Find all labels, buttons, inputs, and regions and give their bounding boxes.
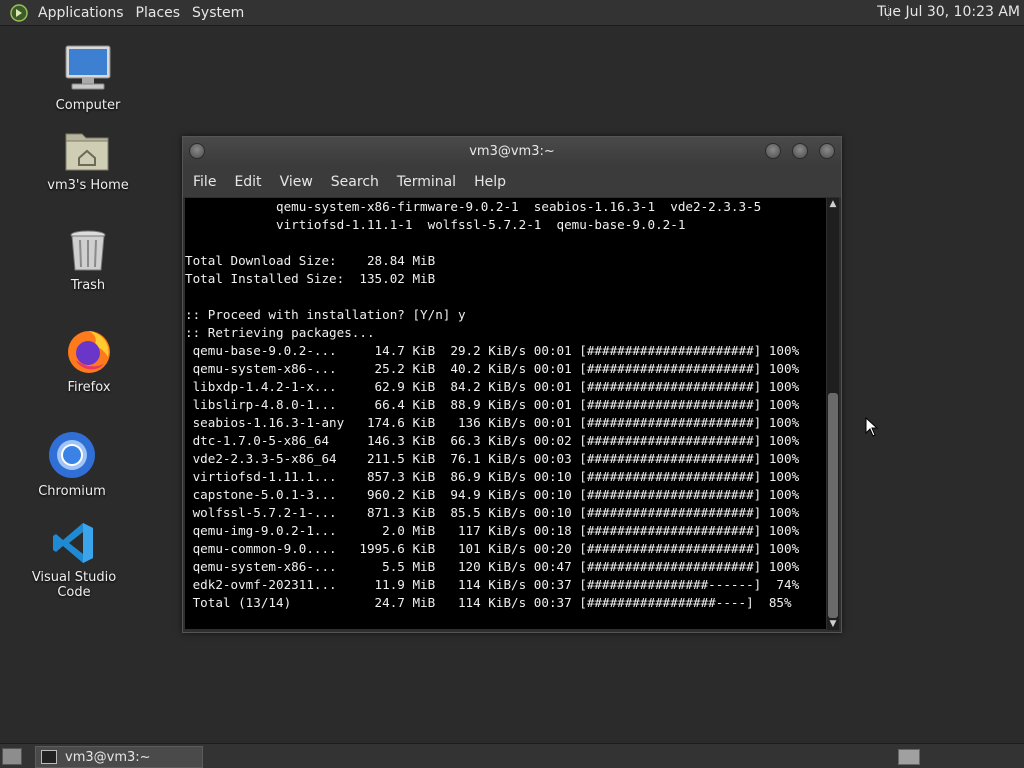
terminal-line: libxdp-1.4.2-1-x... 62.9 KiB 84.2 KiB/s …: [185, 379, 800, 394]
menu-file[interactable]: File: [185, 174, 224, 190]
close-button[interactable]: [819, 143, 835, 159]
desktop-icon-computer[interactable]: Computer: [33, 44, 143, 113]
clock[interactable]: Tue Jul 30, 10:23 AM: [877, 4, 1020, 20]
mouse-cursor-icon: [865, 417, 879, 437]
terminal-line: qemu-system-x86-... 25.2 KiB 40.2 KiB/s …: [185, 361, 800, 376]
taskbar-window-button[interactable]: vm3@vm3:~: [35, 746, 203, 768]
taskbar-window-label: vm3@vm3:~: [65, 749, 151, 765]
menu-help[interactable]: Help: [466, 174, 514, 190]
firefox-icon: [68, 331, 110, 373]
scroll-down-arrow-icon[interactable]: ▼: [827, 618, 839, 630]
window-titlebar[interactable]: vm3@vm3:~: [183, 137, 841, 167]
applications-logo-icon[interactable]: [10, 3, 28, 22]
terminal-line: seabios-1.16.3-1-any 174.6 KiB 136 KiB/s…: [185, 415, 800, 430]
bottom-panel: vm3@vm3:~: [0, 743, 1024, 768]
terminal-output[interactable]: qemu-system-x86-firmware-9.0.2-1 seabios…: [185, 198, 826, 629]
terminal-line: Total Installed Size: 135.02 MiB: [185, 271, 436, 286]
terminal-line: :: Proceed with installation? [Y/n] y: [185, 307, 466, 322]
terminal-line: dtc-1.7.0-5-x86_64 146.3 KiB 66.3 KiB/s …: [185, 433, 800, 448]
top-panel: Applications Places System Tue Jul 30, 1…: [0, 0, 1024, 26]
workspace-switcher[interactable]: [898, 749, 920, 765]
desktop-icon-label: Visual Studio Code: [31, 570, 117, 600]
desktop-icon-chromium[interactable]: Chromium: [17, 430, 127, 499]
computer-icon: [65, 45, 111, 90]
terminal-line: :: Retrieving packages...: [185, 325, 375, 340]
desktop-icon-label: vm3's Home: [47, 178, 129, 193]
menu-edit[interactable]: Edit: [226, 174, 269, 190]
terminal-window: vm3@vm3:~ File Edit View Search Terminal…: [182, 136, 842, 633]
desktop-icon-vscode[interactable]: Visual Studio Code: [19, 520, 129, 600]
menu-applications[interactable]: Applications: [32, 5, 130, 21]
desktop-icon-label: Firefox: [67, 380, 111, 395]
chromium-icon: [49, 432, 95, 478]
terminal-line: Total (13/14) 24.7 MiB 114 KiB/s 00:37 […: [185, 595, 792, 610]
desktop-icon-firefox[interactable]: Firefox: [34, 326, 144, 395]
desktop-icon-label: Computer: [55, 98, 121, 113]
desktop-icon-label: Chromium: [38, 484, 106, 499]
terminal-icon: [41, 750, 57, 764]
terminal-line: qemu-base-9.0.2-... 14.7 KiB 29.2 KiB/s …: [185, 343, 800, 358]
terminal-line: virtiofsd-1.11.1-1 wolfssl-5.7.2-1 qemu-…: [185, 217, 686, 232]
terminal-line: capstone-5.0.1-3... 960.2 KiB 94.9 KiB/s…: [185, 487, 800, 502]
terminal-line: qemu-img-9.0.2-1... 2.0 MiB 117 KiB/s 00…: [185, 523, 800, 538]
terminal-line: vde2-2.3.3-5-x86_64 211.5 KiB 76.1 KiB/s…: [185, 451, 800, 466]
terminal-menubar: File Edit View Search Terminal Help: [183, 167, 841, 197]
menu-search[interactable]: Search: [323, 174, 387, 190]
terminal-line: wolfssl-5.7.2-1-... 871.3 KiB 85.5 KiB/s…: [185, 505, 800, 520]
menu-places[interactable]: Places: [130, 5, 187, 21]
terminal-line: qemu-system-x86-... 5.5 MiB 120 KiB/s 00…: [185, 559, 800, 574]
home-folder-icon: [65, 133, 109, 171]
desktop-icon-trash[interactable]: Trash: [33, 228, 143, 293]
maximize-button[interactable]: [792, 143, 808, 159]
terminal-scrollbar[interactable]: ▲ ▼: [827, 198, 839, 630]
terminal-line: qemu-system-x86-firmware-9.0.2-1 seabios…: [185, 199, 762, 214]
show-desktop-icon[interactable]: [2, 748, 22, 765]
minimize-button[interactable]: [765, 143, 781, 159]
terminal-line: qemu-common-9.0.... 1995.6 KiB 101 KiB/s…: [185, 541, 800, 556]
terminal-line: edk2-ovmf-202311... 11.9 MiB 114 KiB/s 0…: [185, 577, 800, 592]
menu-terminal[interactable]: Terminal: [389, 174, 464, 190]
scroll-up-arrow-icon[interactable]: ▲: [827, 198, 839, 210]
terminal-line: virtiofsd-1.11.1... 857.3 KiB 86.9 KiB/s…: [185, 469, 800, 484]
vscode-icon: [53, 523, 93, 563]
desktop-icon-home[interactable]: vm3's Home: [33, 128, 143, 193]
terminal-line: libslirp-4.8.0-1... 66.4 KiB 88.9 KiB/s …: [185, 397, 800, 412]
menu-system[interactable]: System: [186, 5, 250, 21]
menu-view[interactable]: View: [272, 174, 321, 190]
trash-icon: [70, 230, 106, 271]
scrollbar-thumb[interactable]: [828, 393, 838, 618]
window-title: vm3@vm3:~: [469, 144, 555, 159]
desktop-icon-label: Trash: [70, 278, 106, 293]
terminal-line: Total Download Size: 28.84 MiB: [185, 253, 436, 268]
